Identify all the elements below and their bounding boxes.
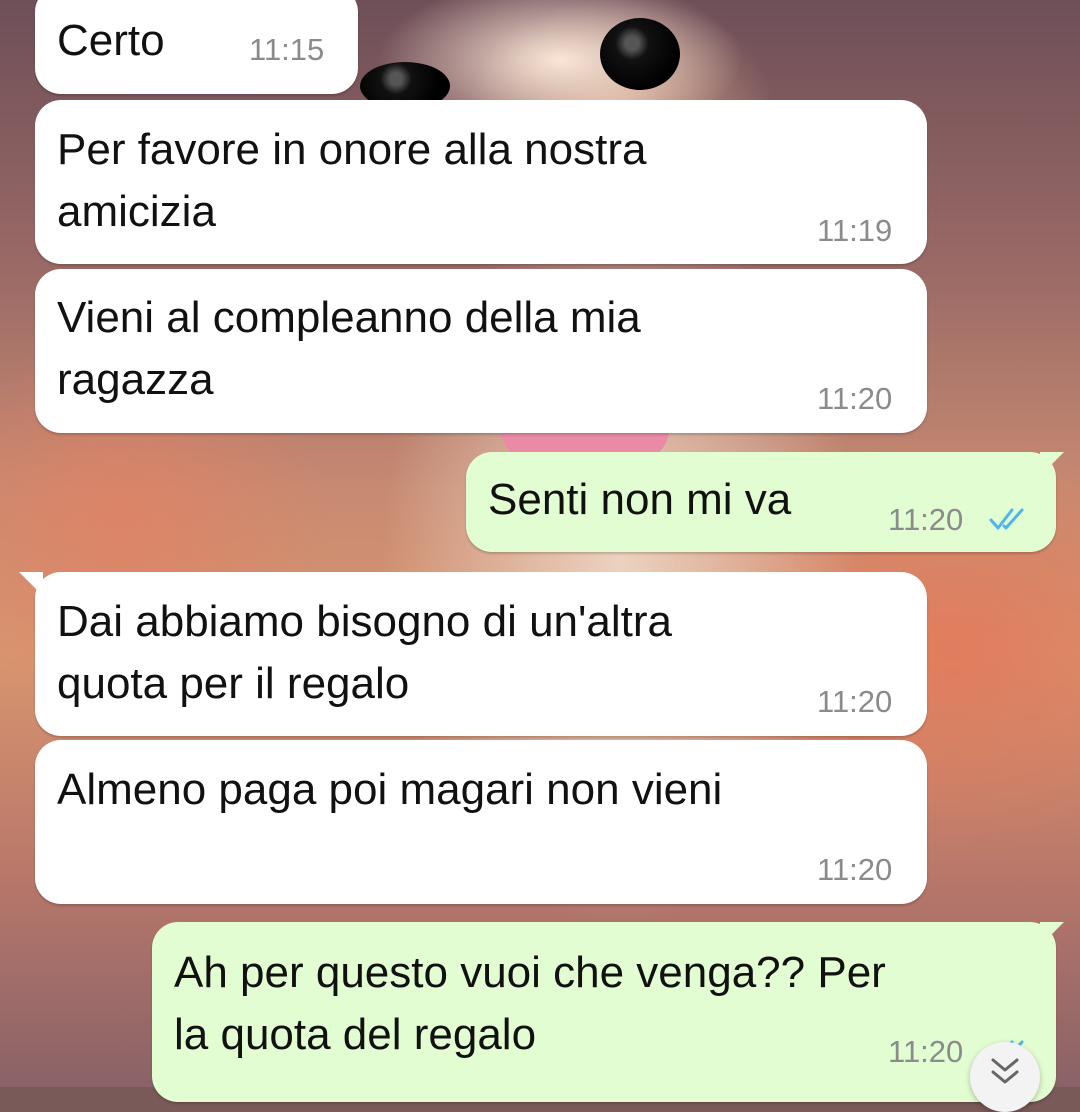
message-time: 11:20 [817, 852, 893, 887]
message-text: Vieni al compleanno della mia ragazza [57, 293, 641, 404]
message-bubble-outgoing[interactable]: Senti non mi va 11:20 [466, 452, 1056, 552]
message-list[interactable]: Certo 11:15 Per favore in onore alla nos… [0, 0, 1080, 1112]
message-text: Dai abbiamo bisogno di un'altra quota pe… [57, 597, 673, 708]
message-bubble-outgoing[interactable]: Ah per questo vuoi che venga?? Per la qu… [152, 922, 1056, 1102]
message-time: 11:20 [817, 381, 893, 416]
double-check-icon [989, 508, 1024, 530]
scroll-to-bottom-button[interactable] [970, 1042, 1040, 1112]
message-text: Certo [57, 16, 165, 65]
message-bubble-incoming[interactable]: Per favore in onore alla nostra amicizia… [35, 100, 927, 264]
message-text: Almeno paga poi magari non vieni [57, 765, 723, 814]
message-bubble-incoming[interactable]: Almeno paga poi magari non vieni 11:20 [35, 740, 927, 904]
message-text: Per favore in onore alla nostra amicizia [57, 125, 647, 236]
message-bubble-incoming[interactable]: Dai abbiamo bisogno di un'altra quota pe… [35, 572, 927, 736]
message-time: 11:20 [888, 1034, 964, 1069]
double-chevron-down-icon [991, 1058, 1019, 1084]
message-bubble-incoming[interactable]: Vieni al compleanno della mia ragazza 11… [35, 269, 927, 433]
message-text: Ah per questo vuoi che venga?? Per la qu… [174, 948, 886, 1059]
message-time: 11:15 [249, 32, 325, 67]
message-time: 11:19 [817, 213, 893, 248]
message-time: 11:20 [888, 502, 964, 537]
message-time: 11:20 [817, 684, 893, 719]
message-bubble-incoming[interactable]: Certo 11:15 [35, 0, 358, 94]
message-text: Senti non mi va [488, 475, 792, 524]
